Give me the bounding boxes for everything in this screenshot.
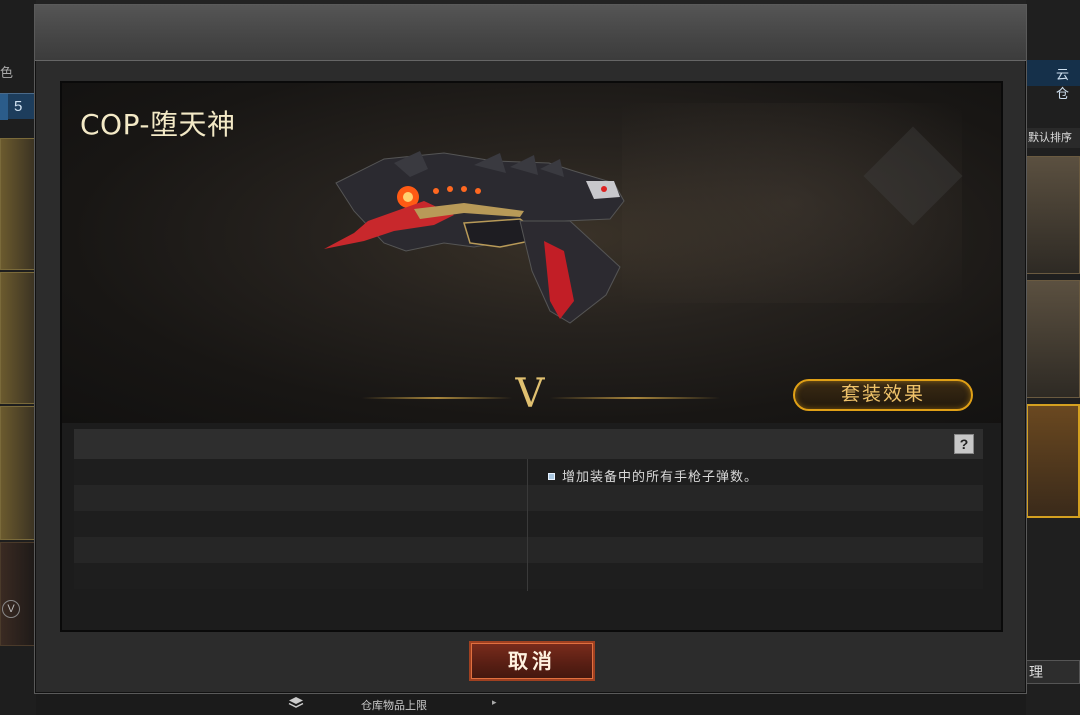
effect-text: 增加装备中的所有手枪子弹数。 <box>562 470 759 485</box>
dialog-body: COP-堕天神 V 套装效果 ? 增加装备中的所有手枪子弹数。 <box>60 81 1003 632</box>
weapon-image <box>324 151 625 324</box>
background-left-panel: 色 5 V <box>0 0 36 715</box>
effect-item: 增加装备中的所有手枪子弹数。 <box>548 466 758 485</box>
game-screen: 色 5 V 云仓 默认排序 理 仓库物品上限 ▸ COP-堕天神 V 套装效果 … <box>0 0 1080 715</box>
expand-arrow-icon[interactable]: ▸ <box>492 697 497 708</box>
inventory-slot[interactable] <box>0 138 36 270</box>
suit-effect-button[interactable]: 套装效果 <box>793 379 973 411</box>
left-tab-marker <box>0 94 8 120</box>
inventory-slot[interactable] <box>0 542 36 646</box>
column-divider <box>527 459 528 591</box>
effect-table: ? 增加装备中的所有手枪子弹数。 <box>74 429 983 597</box>
cloud-storage-tab[interactable]: 云仓 <box>1056 64 1080 102</box>
table-row <box>74 511 983 537</box>
inventory-slot[interactable] <box>0 406 36 540</box>
manage-button[interactable]: 理 <box>1026 660 1080 684</box>
rank-line-left <box>362 397 512 399</box>
weapon-detail-dialog: COP-堕天神 V 套装效果 ? 增加装备中的所有手枪子弹数。 取消 <box>34 4 1027 694</box>
rank-line-right <box>550 397 720 399</box>
table-row <box>74 485 983 511</box>
inventory-slot[interactable] <box>0 272 36 404</box>
dialog-header[interactable] <box>35 5 1026 61</box>
inventory-slot-selected[interactable] <box>1026 404 1080 518</box>
left-number-tab[interactable]: 5 <box>0 93 34 120</box>
inventory-slot[interactable] <box>1026 280 1080 398</box>
rank-v-icon: V <box>2 600 20 618</box>
background-right-panel: 云仓 默认排序 理 <box>1026 0 1080 715</box>
background-bottom-bar: 仓库物品上限 ▸ <box>36 692 1026 715</box>
table-row <box>74 459 983 485</box>
table-row <box>74 563 983 589</box>
weapon-showcase: COP-堕天神 V 套装效果 <box>62 83 1001 423</box>
left-tab-number: 5 <box>14 98 23 115</box>
bullet-square-icon <box>548 473 555 480</box>
weapon-name: COP-堕天神 <box>80 108 236 141</box>
rank-v-badge: V <box>515 371 545 417</box>
inventory-slot[interactable] <box>1026 156 1080 274</box>
left-strip-text: 色 <box>0 65 14 80</box>
table-row <box>74 537 983 563</box>
effect-table-header: ? <box>74 429 983 459</box>
sort-dropdown[interactable]: 默认排序 <box>1026 128 1080 148</box>
question-mark-icon[interactable]: ? <box>954 434 974 454</box>
layers-icon <box>288 696 304 710</box>
storage-capacity-label: 仓库物品上限 <box>361 700 427 712</box>
cancel-button[interactable]: 取消 <box>469 641 595 681</box>
